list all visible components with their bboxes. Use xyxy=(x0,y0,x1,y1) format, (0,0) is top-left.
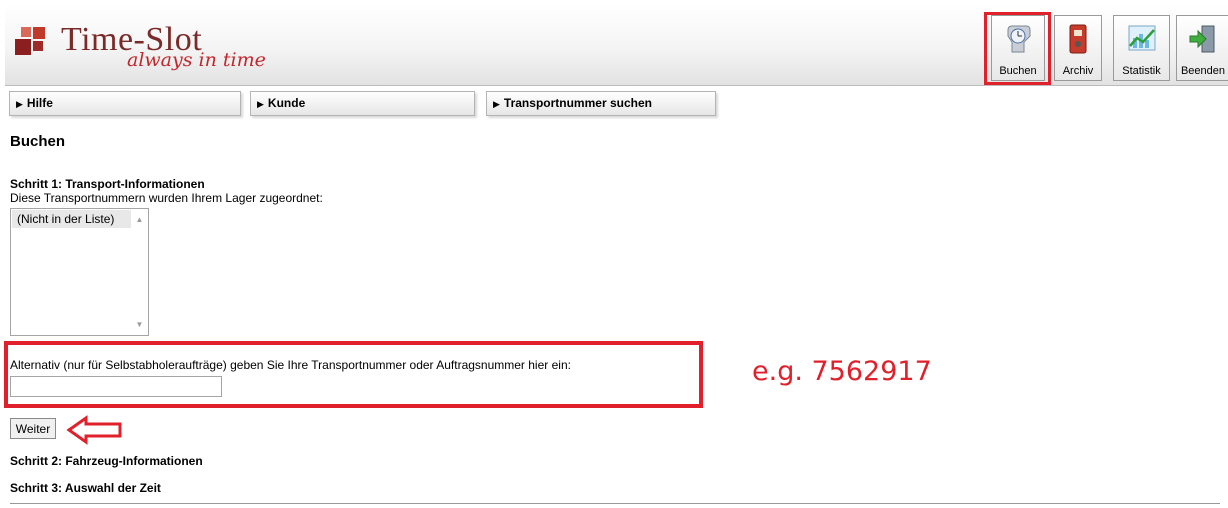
list-scrollbar[interactable]: ▲ ▼ xyxy=(132,210,147,334)
nav-hilfe[interactable]: ▶ Hilfe xyxy=(9,91,241,116)
caret-right-icon: ▶ xyxy=(257,99,264,109)
logo-squares-icon xyxy=(15,27,45,55)
statistics-chart-icon xyxy=(1128,25,1155,51)
transport-number-list[interactable]: (Nicht in der Liste) ▲ ▼ xyxy=(10,208,149,336)
caret-right-icon: ▶ xyxy=(493,99,500,109)
nav-transportnummer-label: Transportnummer suchen xyxy=(503,96,652,110)
caret-right-icon: ▶ xyxy=(16,99,23,109)
step1-description: Diese Transportnummern wurden Ihrem Lage… xyxy=(10,191,323,205)
archive-binder-icon xyxy=(1069,24,1087,54)
nav-transportnummer-suchen[interactable]: ▶ Transportnummer suchen xyxy=(486,91,716,116)
list-item[interactable]: (Nicht in der Liste) xyxy=(12,210,131,228)
page-title: Buchen xyxy=(10,133,66,150)
example-annotation: e.g. 7562917 xyxy=(752,356,932,387)
footer-divider xyxy=(10,503,1220,504)
app-header: Time-Slot always in time Buchen Archiv S… xyxy=(5,5,1228,86)
step3-title: Schritt 3: Auswahl der Zeit xyxy=(10,481,161,495)
beenden-label: Beenden xyxy=(1180,65,1226,77)
weiter-button[interactable]: Weiter xyxy=(10,418,56,439)
step2-title: Schritt 2: Fahrzeug-Informationen xyxy=(10,454,203,468)
archiv-button[interactable]: Archiv xyxy=(1054,15,1102,81)
exit-door-icon xyxy=(1189,25,1215,53)
statistik-label: Statistik xyxy=(1122,65,1161,77)
step1-title: Schritt 1: Transport-Informationen xyxy=(10,177,205,191)
transport-number-input[interactable] xyxy=(10,376,222,397)
alternative-input-highlight-box xyxy=(4,341,703,408)
nav-kunde-label: Kunde xyxy=(267,96,306,110)
pointer-arrow-icon xyxy=(66,415,122,445)
statistik-button[interactable]: Statistik xyxy=(1113,15,1170,81)
logo-tagline: always in time xyxy=(127,49,266,71)
archiv-label: Archiv xyxy=(1062,65,1094,77)
beenden-button[interactable]: Beenden xyxy=(1176,15,1228,81)
time-slot-logo[interactable]: Time-Slot always in time xyxy=(15,19,275,75)
nav-hilfe-label: Hilfe xyxy=(26,96,53,110)
scroll-down-icon[interactable]: ▼ xyxy=(132,317,147,332)
scroll-up-icon[interactable]: ▲ xyxy=(132,212,147,227)
buchen-highlight-box xyxy=(984,12,1051,85)
nav-kunde[interactable]: ▶ Kunde xyxy=(250,91,475,116)
alternative-input-label: Alternativ (nur für Selbstabholeraufträg… xyxy=(10,358,571,372)
